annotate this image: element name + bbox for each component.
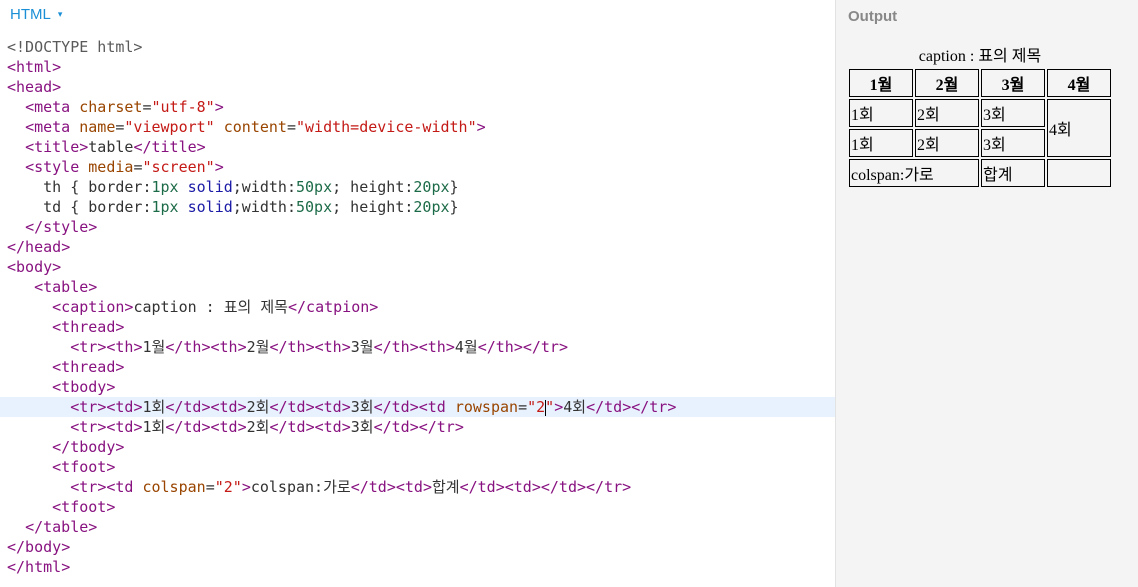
- code-line[interactable]: <table>: [0, 277, 835, 297]
- code-line[interactable]: <tr><td colspan="2">colspan:가로</td><td>합…: [0, 477, 835, 497]
- table-row: 1회 2회 3회 4회: [849, 99, 1111, 157]
- code-line[interactable]: <style media="screen">: [0, 157, 835, 177]
- preview-table: caption : 표의 제목 1월 2월 3월 4월 1회 2회 3회 4회 …: [847, 42, 1113, 189]
- rendered-preview: caption : 표의 제목 1월 2월 3월 4월 1회 2회 3회 4회 …: [847, 42, 1113, 189]
- code-line[interactable]: <tfoot>: [0, 497, 835, 517]
- chevron-down-icon: ▾: [57, 9, 63, 19]
- code-line[interactable]: </body>: [0, 537, 835, 557]
- code-area[interactable]: <!DOCTYPE html> <html> <head> <meta charse…: [0, 37, 835, 577]
- table-cell: 3회: [981, 129, 1045, 157]
- header-cell: 4월: [1047, 69, 1111, 97]
- code-line[interactable]: </table>: [0, 517, 835, 537]
- code-line[interactable]: th { border:1px solid;width:50px; height…: [0, 177, 835, 197]
- table-cell: 1회: [849, 99, 913, 127]
- code-line[interactable]: <caption>caption : 표의 제목</catpion>: [0, 297, 835, 317]
- code-line[interactable]: <thread>: [0, 357, 835, 377]
- code-line[interactable]: <tr><td>1회</td><td>2회</td><td>3회</td></t…: [0, 417, 835, 437]
- code-line[interactable]: <!DOCTYPE html>: [0, 37, 835, 57]
- table-cell: 2회: [915, 129, 979, 157]
- code-line[interactable]: <tbody>: [0, 377, 835, 397]
- table-cell: 합계: [981, 159, 1045, 187]
- header-cell: 1월: [849, 69, 913, 97]
- code-line[interactable]: </tbody>: [0, 437, 835, 457]
- rowspan-cell: 4회: [1047, 99, 1111, 157]
- code-line-active[interactable]: <tr><td>1회</td><td>2회</td><td>3회</td><td…: [0, 397, 835, 417]
- table-footer-row: colspan:가로 합계: [849, 159, 1111, 187]
- code-line[interactable]: <tfoot>: [0, 457, 835, 477]
- output-title: Output: [848, 8, 898, 25]
- code-line[interactable]: <head>: [0, 77, 835, 97]
- colspan-cell: colspan:가로: [849, 159, 979, 187]
- code-editor-pane[interactable]: HTML ▾ <!DOCTYPE html> <html> <head> <meta …: [0, 0, 835, 587]
- language-dropdown[interactable]: HTML ▾: [10, 6, 62, 23]
- header-cell: 2월: [915, 69, 979, 97]
- table-caption: caption : 표의 제목: [918, 48, 1042, 65]
- code-line[interactable]: <thread>: [0, 317, 835, 337]
- code-line[interactable]: </head>: [0, 237, 835, 257]
- table-cell: 3회: [981, 99, 1045, 127]
- code-line[interactable]: <title>table</title>: [0, 137, 835, 157]
- table-cell: 1회: [849, 129, 913, 157]
- output-pane: Output caption : 표의 제목 1월 2월 3월 4월 1회 2회…: [835, 0, 1138, 587]
- code-line[interactable]: <tr><th>1월</th><th>2월</th><th>3월</th><th…: [0, 337, 835, 357]
- code-line[interactable]: <body>: [0, 257, 835, 277]
- table-cell: [1047, 159, 1111, 187]
- code-line[interactable]: td { border:1px solid;width:50px; height…: [0, 197, 835, 217]
- code-line[interactable]: <meta name="viewport" content="width=dev…: [0, 117, 835, 137]
- language-label: HTML: [10, 6, 51, 23]
- header-cell: 3월: [981, 69, 1045, 97]
- code-line[interactable]: </html>: [0, 557, 835, 577]
- code-line[interactable]: </style>: [0, 217, 835, 237]
- table-cell: 2회: [915, 99, 979, 127]
- text-cursor: [545, 399, 547, 416]
- table-header-row: 1월 2월 3월 4월: [849, 69, 1111, 97]
- code-line[interactable]: <html>: [0, 57, 835, 77]
- code-line[interactable]: <meta charset="utf-8">: [0, 97, 835, 117]
